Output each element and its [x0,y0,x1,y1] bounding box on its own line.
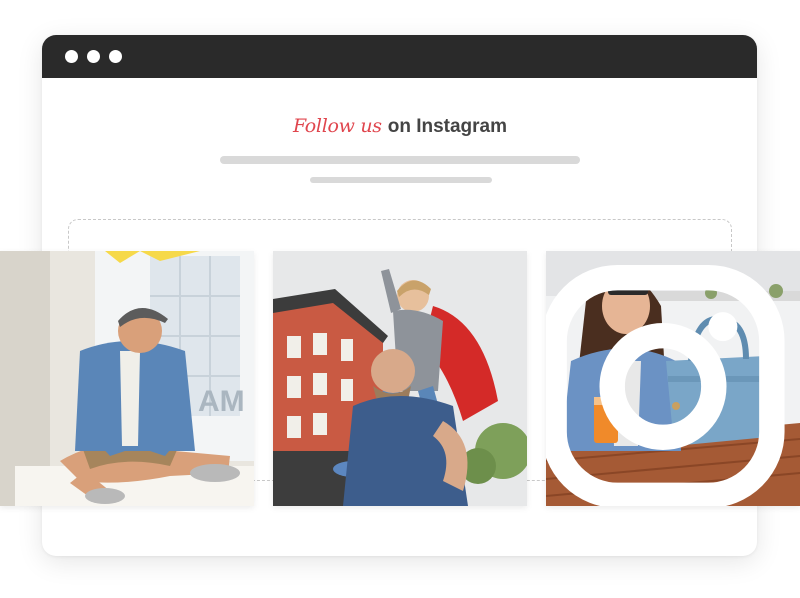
post-image [273,251,527,506]
post-image: AM [0,251,254,506]
instagram-icon [546,264,785,506]
instagram-post-1[interactable]: AM [0,251,254,506]
instagram-post-3[interactable] [546,251,800,506]
heading-script-text: Follow us [292,115,382,137]
window-control-dot[interactable] [87,50,100,63]
page-title: Follow us on Instagram [0,115,800,138]
browser-titlebar [42,35,757,78]
heading-plain-text: on Instagram [387,116,508,137]
text-placeholder-line [220,156,580,164]
window-control-dot[interactable] [65,50,78,63]
text-placeholder-line [310,177,492,183]
window-control-dot[interactable] [109,50,122,63]
svg-text:AM: AM [198,385,245,418]
instagram-post-2[interactable] [273,251,527,506]
